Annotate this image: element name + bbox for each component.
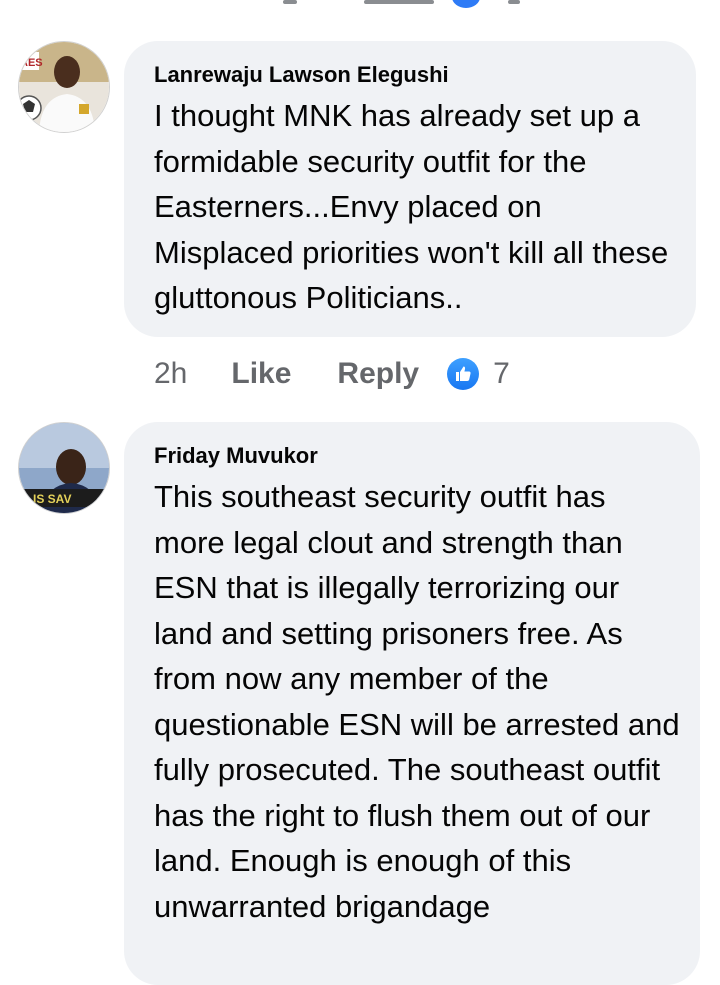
reply-button[interactable]: Reply xyxy=(337,357,419,391)
reaction-count: 7 xyxy=(493,357,510,390)
like-button[interactable]: Like xyxy=(231,357,291,391)
avatar[interactable]: AES xyxy=(18,41,110,133)
comment-author-name[interactable]: Lanrewaju Lawson Elegushi xyxy=(154,61,676,89)
avatar[interactable]: IS SAV xyxy=(18,422,110,514)
comment-author-name[interactable]: Friday Muvukor xyxy=(154,442,680,470)
avatar-photo: IS SAV xyxy=(19,423,109,513)
comment-timestamp[interactable]: 2h xyxy=(154,357,187,391)
comment-bubble: Friday Muvukor This southeast security o… xyxy=(124,422,700,985)
comment-bubble: Lanrewaju Lawson Elegushi I thought MNK … xyxy=(124,41,696,337)
remnant-text-fragment xyxy=(283,0,297,4)
remnant-count-fragment xyxy=(508,0,520,4)
remnant-like-badge xyxy=(452,0,480,8)
previous-comment-actions-remnant xyxy=(0,0,720,14)
comment-text: This southeast security outfit has more … xyxy=(154,479,680,924)
comment-text: I thought MNK has already set up a formi… xyxy=(154,98,669,315)
avatar-badge-text: IS SAV xyxy=(33,492,71,506)
remnant-reply-fragment xyxy=(364,0,434,4)
reaction-summary[interactable]: 7 xyxy=(447,357,510,391)
avatar-photo: AES xyxy=(19,42,109,132)
avatar-badge-text: AES xyxy=(20,57,43,69)
thumbs-up-icon xyxy=(447,358,480,390)
comment-actions: 2h Like Reply 7 xyxy=(154,352,510,396)
